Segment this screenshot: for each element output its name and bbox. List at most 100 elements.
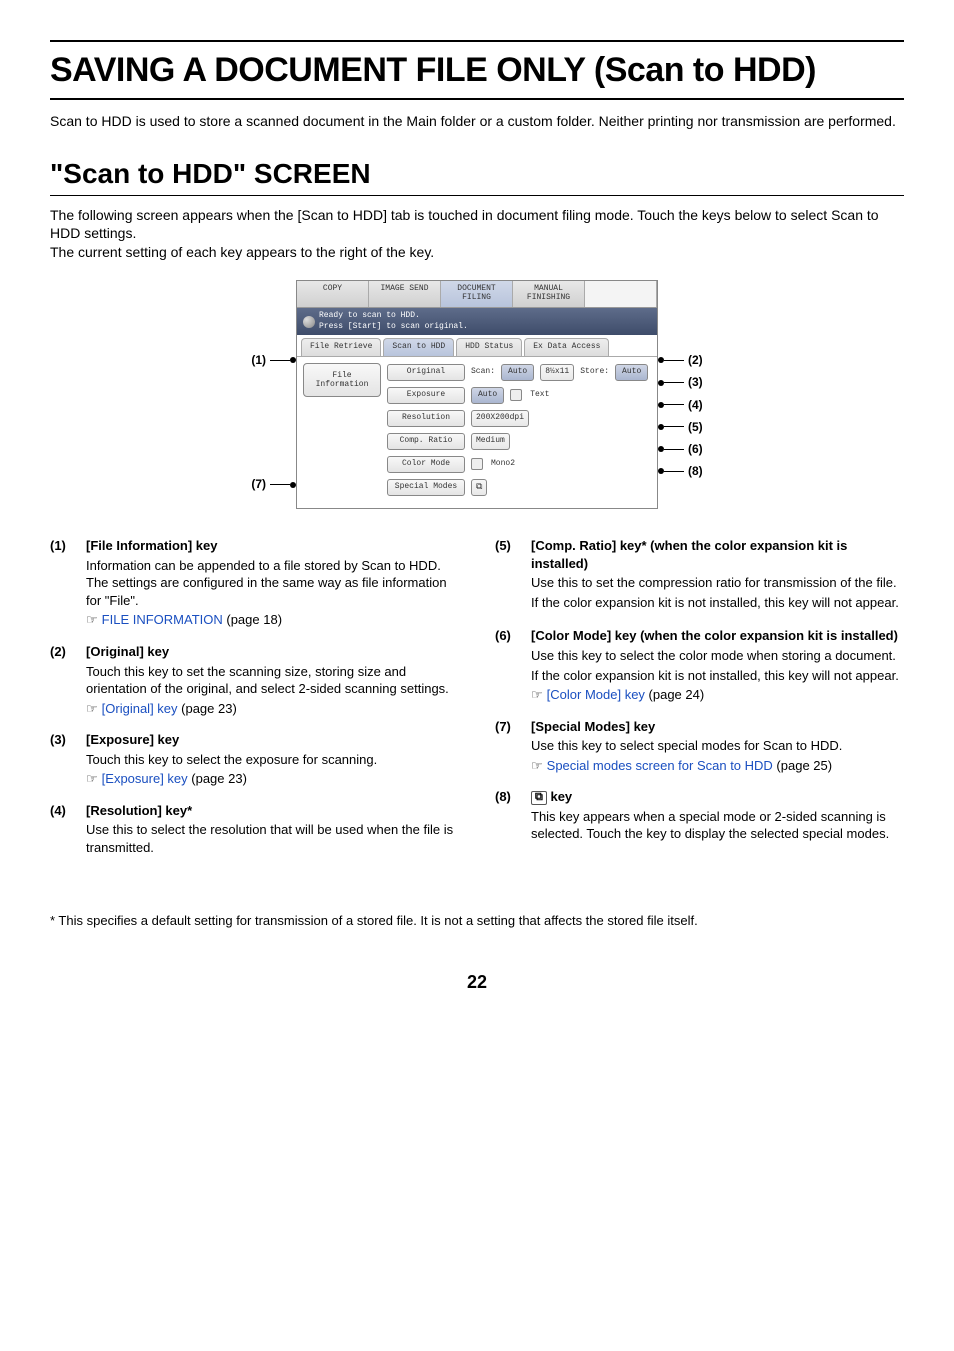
pointer-icon: ☞ bbox=[531, 687, 543, 702]
footnote: * This specifies a default setting for t… bbox=[50, 912, 904, 930]
subtab-row: File Retrieve Scan to HDD HDD Status Ex … bbox=[297, 335, 657, 356]
comp-ratio-value: Medium bbox=[471, 433, 510, 450]
item-4-para: Use this to select the resolution that w… bbox=[86, 821, 459, 856]
item-2-link[interactable]: [Original] key bbox=[102, 701, 178, 716]
exposure-text-label: Text bbox=[530, 390, 549, 401]
item-6-num: (6) bbox=[495, 627, 527, 703]
callout-7: (7) bbox=[251, 476, 296, 492]
callout-3-leader bbox=[664, 382, 684, 383]
item-3-para: Touch this key to select the exposure fo… bbox=[86, 751, 459, 769]
subtab-ex-data-access[interactable]: Ex Data Access bbox=[524, 338, 609, 356]
mode-tab-doc-filing[interactable]: DOCUMENT FILING bbox=[441, 281, 513, 307]
item-8-num: (8) bbox=[495, 788, 527, 845]
subtab-scan-to-hdd[interactable]: Scan to HDD bbox=[383, 338, 454, 356]
item-3-link[interactable]: [Exposure] key bbox=[102, 771, 188, 786]
scan-to-hdd-panel: COPY IMAGE SEND DOCUMENT FILING MANUAL F… bbox=[296, 280, 658, 509]
settings-area: File Information Original Scan: Auto 8½x… bbox=[297, 356, 657, 508]
item-7-link[interactable]: Special modes screen for Scan to HDD bbox=[547, 758, 773, 773]
store-auto[interactable]: Auto bbox=[615, 364, 648, 381]
item-7-title: [Special Modes] key bbox=[531, 718, 904, 736]
mono-icon bbox=[471, 458, 483, 470]
item-6-page: (page 24) bbox=[645, 687, 704, 702]
item-8-title-suffix: key bbox=[547, 789, 572, 804]
item-1-para: Information can be appended to a file st… bbox=[86, 557, 459, 610]
item-2-para: Touch this key to set the scanning size,… bbox=[86, 663, 459, 698]
callout-1: (1) bbox=[251, 352, 296, 368]
settings-rows: Original Scan: Auto 8½x11 Store: Auto Ex… bbox=[387, 363, 651, 496]
left-column: (1) [File Information] key Information c… bbox=[50, 537, 459, 872]
item-1-page: (page 18) bbox=[223, 612, 282, 627]
item-1-num: (1) bbox=[50, 537, 82, 629]
mode-tab-image-send[interactable]: IMAGE SEND bbox=[369, 281, 441, 307]
original-row: Original Scan: Auto 8½x11 Store: Auto bbox=[387, 363, 651, 381]
item-3-page: (page 23) bbox=[188, 771, 247, 786]
callout-3-label: (3) bbox=[688, 374, 703, 390]
exposure-row: Exposure Auto Text bbox=[387, 386, 651, 404]
item-2-title: [Original] key bbox=[86, 643, 459, 661]
callout-6-label: (6) bbox=[688, 441, 703, 457]
sub-intro: The following screen appears when the [S… bbox=[50, 206, 904, 263]
item-3-ref: ☞ [Exposure] key (page 23) bbox=[86, 770, 459, 788]
section-title: "Scan to HDD" SCREEN bbox=[50, 155, 904, 196]
left-callouts: (1) (7) bbox=[251, 280, 296, 509]
callout-2-label: (2) bbox=[688, 352, 703, 368]
mode-tab-row: COPY IMAGE SEND DOCUMENT FILING MANUAL F… bbox=[297, 281, 657, 308]
item-4-num: (4) bbox=[50, 802, 82, 859]
scan-auto[interactable]: Auto bbox=[501, 364, 534, 381]
pointer-icon: ☞ bbox=[86, 771, 98, 786]
callout-4: (4) bbox=[658, 397, 703, 413]
callout-5-leader bbox=[664, 426, 684, 427]
item-7: (7) [Special Modes] key Use this key to … bbox=[495, 718, 904, 775]
callout-5: (5) bbox=[658, 419, 703, 435]
item-6: (6) [Color Mode] key (when the color exp… bbox=[495, 627, 904, 703]
item-5-para: Use this to set the compression ratio fo… bbox=[531, 574, 904, 592]
scan-size[interactable]: 8½x11 bbox=[540, 364, 574, 381]
special-modes-review-key[interactable]: ⧉ bbox=[471, 479, 487, 496]
item-6-ref: ☞ [Color Mode] key (page 24) bbox=[531, 686, 904, 704]
item-7-para: Use this key to select special modes for… bbox=[531, 737, 904, 755]
scan-label: Scan: bbox=[471, 367, 495, 378]
item-3-num: (3) bbox=[50, 731, 82, 788]
item-1-ref: ☞FILE INFORMATION (page 18) bbox=[86, 611, 459, 629]
page-number: 22 bbox=[50, 970, 904, 994]
callout-1-label: (1) bbox=[251, 352, 266, 368]
item-8-para: This key appears when a special mode or … bbox=[531, 808, 904, 843]
callout-4-leader bbox=[664, 404, 684, 405]
comp-ratio-key[interactable]: Comp. Ratio bbox=[387, 433, 465, 450]
item-7-page: (page 25) bbox=[773, 758, 832, 773]
sub-intro-line1: The following screen appears when the [S… bbox=[50, 207, 879, 242]
exposure-key[interactable]: Exposure bbox=[387, 387, 465, 404]
status-icon bbox=[303, 316, 315, 328]
rule-top bbox=[50, 40, 904, 42]
subtab-file-retrieve[interactable]: File Retrieve bbox=[301, 338, 381, 356]
exposure-auto[interactable]: Auto bbox=[471, 387, 504, 404]
callout-5-label: (5) bbox=[688, 419, 703, 435]
resolution-key[interactable]: Resolution bbox=[387, 410, 465, 427]
item-4-title: [Resolution] key* bbox=[86, 802, 459, 820]
color-mode-key[interactable]: Color Mode bbox=[387, 456, 465, 473]
special-modes-key[interactable]: Special Modes bbox=[387, 479, 465, 496]
subtab-hdd-status[interactable]: HDD Status bbox=[456, 338, 522, 356]
original-key[interactable]: Original bbox=[387, 364, 465, 381]
resolution-value: 200X200dpi bbox=[471, 410, 529, 427]
item-5: (5) [Comp. Ratio] key* (when the color e… bbox=[495, 537, 904, 613]
item-5-title: [Comp. Ratio] key* (when the color expan… bbox=[531, 537, 904, 572]
item-3: (3) [Exposure] key Touch this key to sel… bbox=[50, 731, 459, 788]
mode-tab-blank bbox=[585, 281, 657, 307]
mode-tab-copy[interactable]: COPY bbox=[297, 281, 369, 307]
file-information-key[interactable]: File Information bbox=[303, 363, 381, 397]
callout-1-leader bbox=[270, 360, 290, 361]
rule-bottom bbox=[50, 98, 904, 100]
item-1-link[interactable]: FILE INFORMATION bbox=[102, 612, 223, 627]
callout-6: (6) bbox=[658, 441, 703, 457]
color-mode-value: Mono2 bbox=[491, 459, 515, 470]
item-6-link[interactable]: [Color Mode] key bbox=[547, 687, 645, 702]
callout-8-leader bbox=[664, 471, 684, 472]
resolution-row: Resolution 200X200dpi bbox=[387, 409, 651, 427]
comp-ratio-row: Comp. Ratio Medium bbox=[387, 432, 651, 450]
callout-8: (8) bbox=[658, 463, 703, 479]
mode-tab-manual-finishing[interactable]: MANUAL FINISHING bbox=[513, 281, 585, 307]
callout-2-leader bbox=[664, 360, 684, 361]
special-modes-row: Special Modes ⧉ bbox=[387, 478, 651, 496]
intro-para: Scan to HDD is used to store a scanned d… bbox=[50, 112, 904, 131]
